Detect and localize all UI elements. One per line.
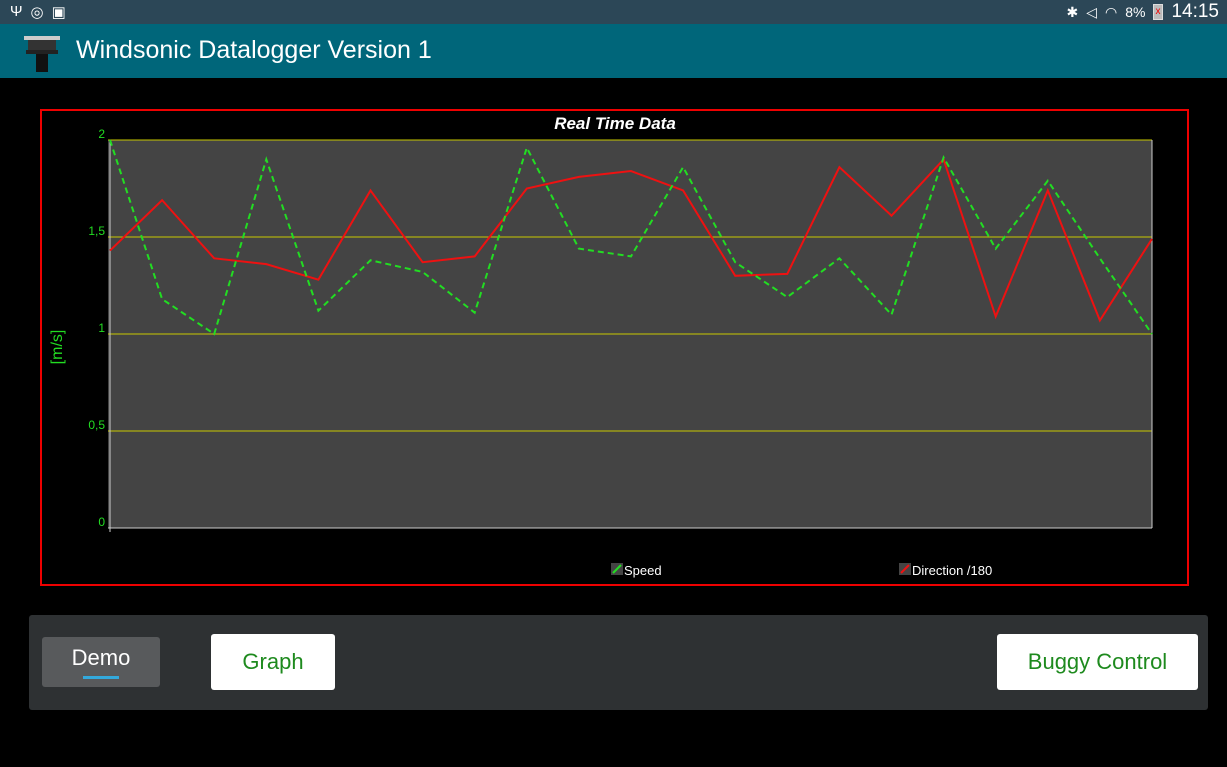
usb-icon: Ψ xyxy=(10,3,23,20)
battery-icon: x xyxy=(1153,4,1164,20)
app-title: Windsonic Datalogger Version 1 xyxy=(76,36,432,64)
toggle-indicator xyxy=(83,676,119,679)
y-tick-label: 0 xyxy=(98,515,105,529)
sync-icon: ◎ xyxy=(30,4,44,21)
briefcase-icon: ▣ xyxy=(51,4,66,21)
y-tick-label: 1,5 xyxy=(88,224,105,238)
legend-speed-label: Speed xyxy=(624,563,662,578)
app-bar: Windsonic Datalogger Version 1 xyxy=(0,24,1227,78)
demo-label: Demo xyxy=(71,645,131,670)
demo-toggle-button[interactable]: Demo xyxy=(42,637,160,687)
clock: 14:15 xyxy=(1171,1,1219,22)
bottom-toolbar: Demo Graph Buggy Control xyxy=(29,615,1208,710)
battery-level: 8% xyxy=(1125,4,1146,20)
anemometer-logo-icon xyxy=(24,36,60,72)
real-time-chart: 0 0,5 1 1,5 2 Real Time Data [m/s] Speed Dir… xyxy=(40,109,1189,586)
graph-button[interactable]: Graph xyxy=(211,634,335,690)
legend-speed: Speed xyxy=(611,563,662,578)
buggy-control-button[interactable]: Buggy Control xyxy=(997,634,1198,690)
legend-direction-label: Direction /180 xyxy=(912,563,992,578)
legend-direction: Direction /180 xyxy=(899,563,992,578)
status-bar: Ψ ◎ ▣ ✱ ◁ ◠ 8% x 14:15 xyxy=(0,0,1227,24)
y-axis-label: [m/s] xyxy=(49,330,66,365)
chart-title: Real Time Data xyxy=(554,114,676,133)
y-tick-label: 2 xyxy=(98,127,105,141)
chart-svg: 0 0,5 1 1,5 2 Real Time Data [m/s] Speed Dir… xyxy=(49,114,1153,578)
y-tick-label: 1 xyxy=(98,321,105,335)
wifi-icon: ◠ xyxy=(1105,3,1118,20)
bluetooth-icon: ✱ xyxy=(1066,3,1079,20)
y-tick-label: 0,5 xyxy=(88,418,105,432)
mute-icon: ◁ xyxy=(1086,3,1097,20)
